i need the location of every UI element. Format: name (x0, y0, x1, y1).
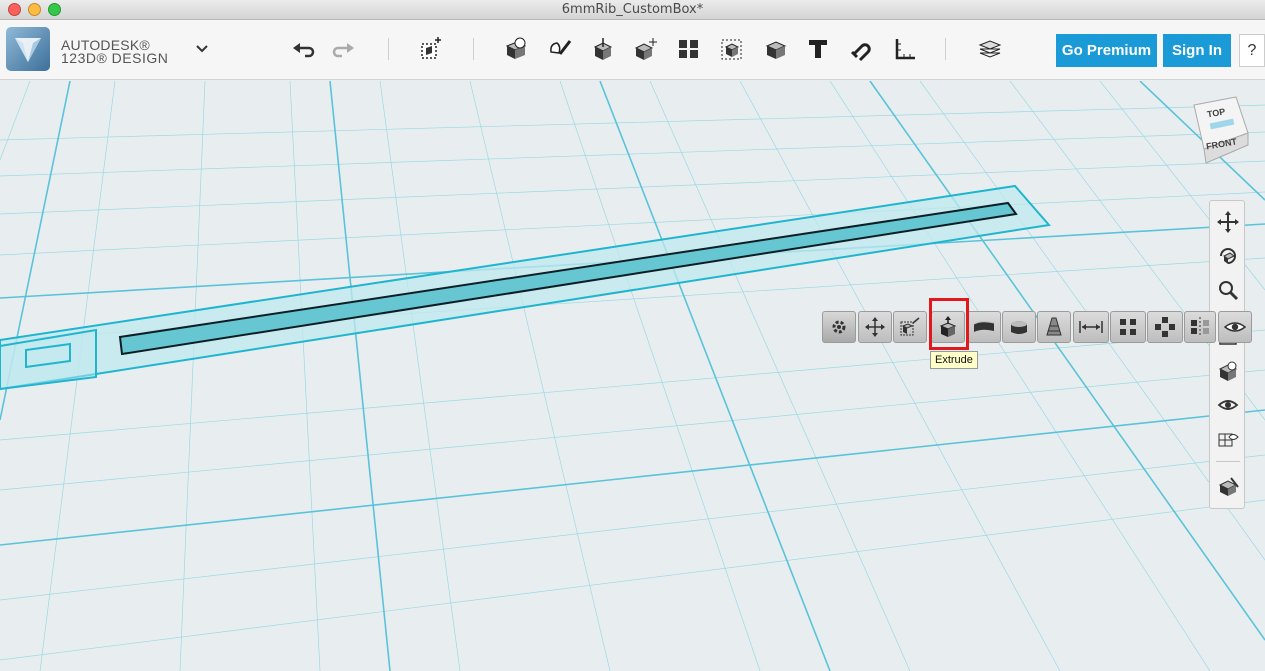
measure-icon[interactable] (891, 36, 919, 62)
grid-plane (0, 81, 1265, 671)
app-menu-chevron-down-icon[interactable] (188, 36, 216, 62)
grid-settings-icon[interactable] (1215, 426, 1241, 452)
orbit-icon[interactable] (1215, 243, 1241, 269)
material-icon[interactable] (976, 36, 1004, 62)
primitives-icon[interactable] (502, 36, 530, 62)
window-title: 6mmRib_CustomBox* (561, 2, 704, 17)
navigation-bar (1209, 200, 1245, 509)
toolbar-divider (945, 38, 946, 60)
snap-icon[interactable] (847, 36, 875, 62)
window-titlebar: 6mmRib_CustomBox* (0, 0, 1265, 20)
sign-in-button[interactable]: Sign In (1163, 34, 1231, 67)
nav-divider (1216, 461, 1240, 462)
scale-icon[interactable] (893, 311, 927, 343)
grouping-icon[interactable] (718, 36, 746, 62)
transform-icon[interactable] (418, 36, 446, 62)
zoom-icon[interactable] (1215, 277, 1241, 303)
mirror-icon[interactable] (1184, 311, 1216, 343)
revolve-icon[interactable] (1002, 311, 1036, 343)
combine-icon[interactable] (762, 36, 790, 62)
toolbar-divider (388, 38, 389, 60)
extrude-tooltip: Extrude (930, 351, 978, 369)
sweep-icon[interactable] (967, 311, 1001, 343)
snap-to-grid-icon[interactable] (1215, 473, 1241, 499)
app-logo-icon[interactable] (6, 27, 50, 71)
main-toolbar: AUTODESK® 123D® DESIGN Go Premium Sign I… (0, 20, 1265, 80)
go-premium-button[interactable]: Go Premium (1056, 34, 1157, 67)
measure-dimension-icon[interactable] (1073, 311, 1109, 343)
move-icon[interactable] (858, 311, 892, 343)
visibility-eye-icon[interactable] (1215, 392, 1241, 418)
product-name: 123D® DESIGN (61, 50, 169, 66)
circular-pattern-icon[interactable] (1147, 311, 1183, 343)
view-cube[interactable]: TOP FRONT (1188, 95, 1250, 165)
text-tool-icon[interactable] (804, 36, 832, 62)
redo-icon[interactable] (330, 36, 358, 62)
construct-icon[interactable] (589, 36, 617, 62)
extrude-highlight-box (929, 298, 969, 350)
modify-icon[interactable] (633, 36, 661, 62)
viewport-canvas[interactable] (0, 81, 1265, 671)
toolbar-divider (473, 38, 474, 60)
pan-icon[interactable] (1215, 209, 1241, 235)
settings-gear-icon[interactable] (822, 311, 856, 343)
loft-icon[interactable] (1037, 311, 1071, 343)
help-button[interactable]: ? (1239, 34, 1265, 67)
sketch-icon[interactable] (546, 36, 574, 62)
view-mode-icon[interactable] (1215, 358, 1241, 384)
pattern-icon[interactable] (675, 36, 703, 62)
undo-icon[interactable] (289, 36, 317, 62)
visibility-eye-icon[interactable] (1218, 311, 1252, 343)
rectangular-pattern-icon[interactable] (1110, 311, 1146, 343)
